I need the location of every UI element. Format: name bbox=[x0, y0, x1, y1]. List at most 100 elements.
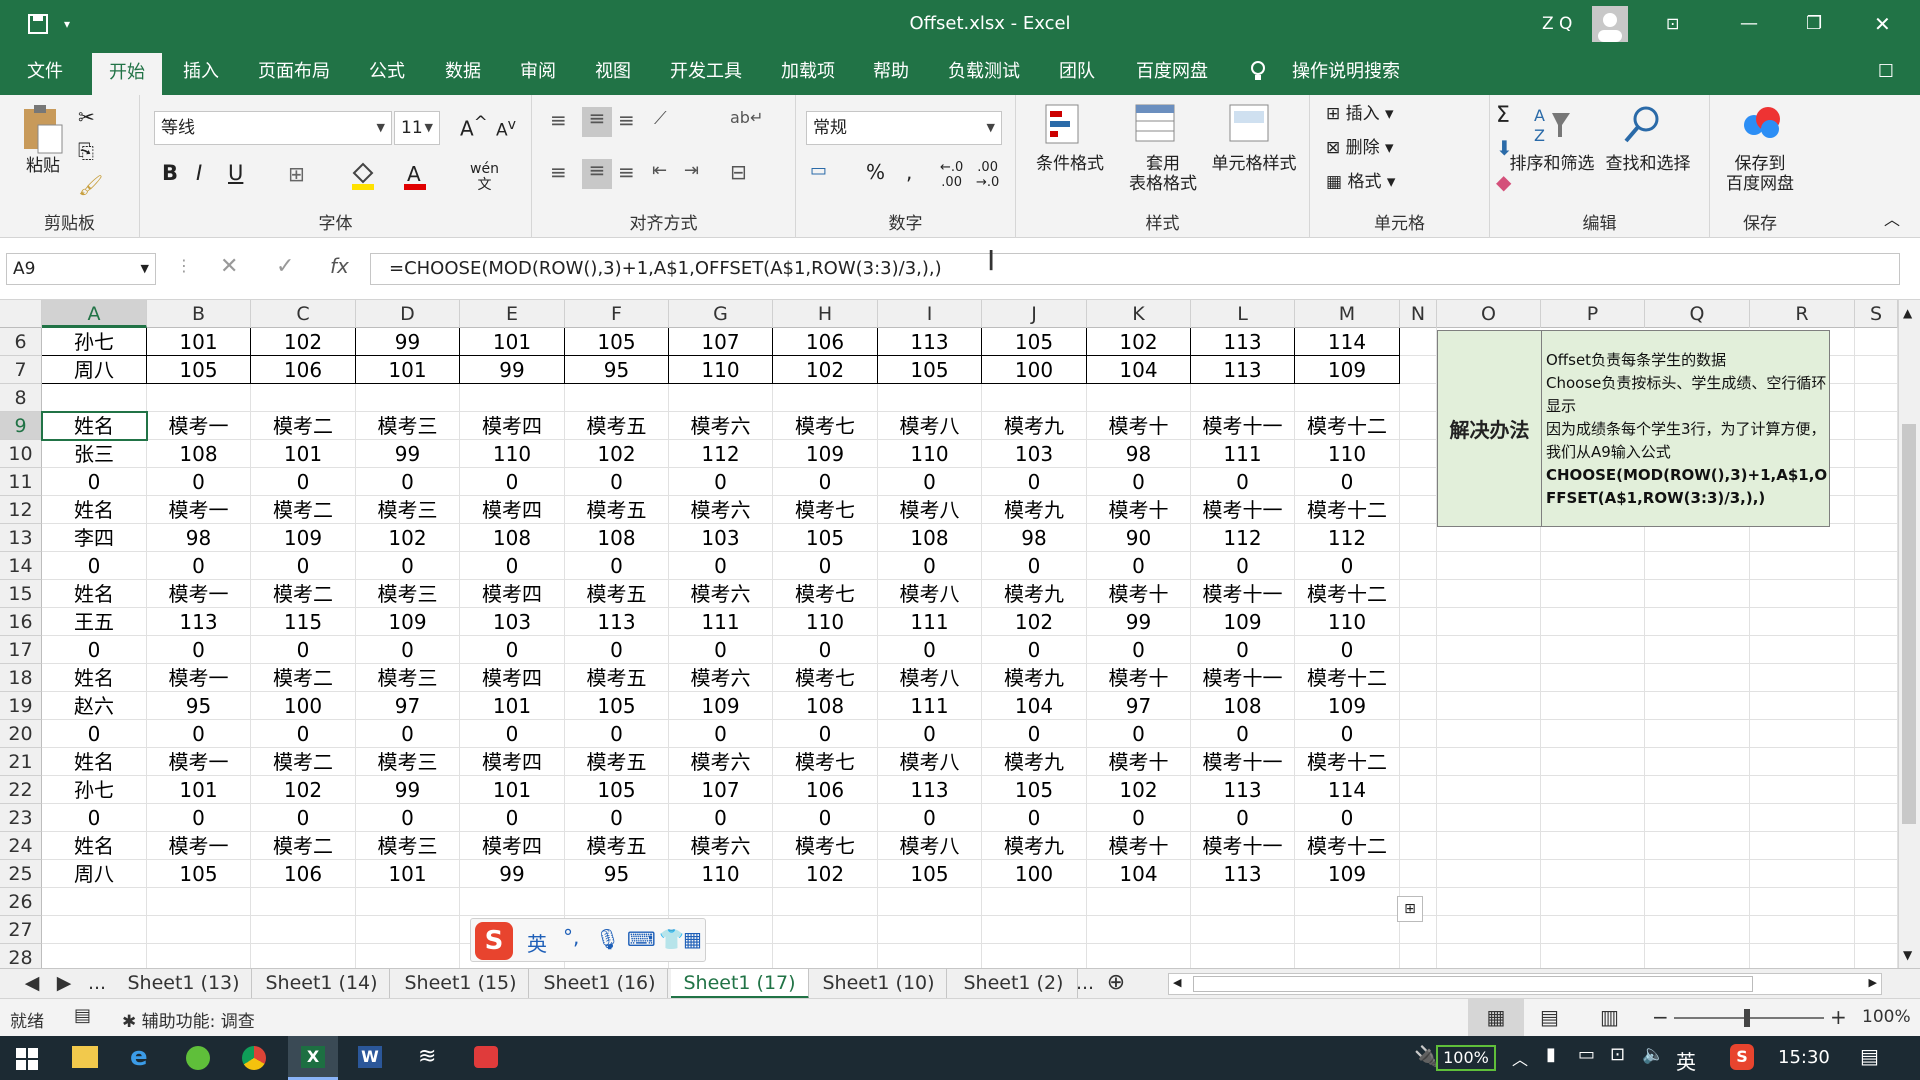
cell-a6[interactable]: 孙七 bbox=[42, 328, 147, 356]
cell-f26[interactable] bbox=[565, 888, 669, 916]
cell-g9[interactable]: 模考六 bbox=[669, 412, 773, 440]
cell-g18[interactable]: 模考六 bbox=[669, 664, 773, 692]
align-middle-icon[interactable]: ≡ bbox=[582, 107, 612, 137]
cell-n12[interactable] bbox=[1400, 496, 1437, 524]
cell-l21[interactable]: 模考十一 bbox=[1191, 748, 1295, 776]
cell-r15[interactable] bbox=[1750, 580, 1855, 608]
cell-k6[interactable]: 102 bbox=[1087, 328, 1191, 356]
cell-a24[interactable]: 姓名 bbox=[42, 832, 147, 860]
cell-j27[interactable] bbox=[982, 916, 1087, 944]
tab-view[interactable]: 视图 bbox=[580, 48, 646, 95]
tab-home[interactable]: 开始 bbox=[92, 53, 162, 95]
cell-m7[interactable]: 109 bbox=[1295, 356, 1400, 384]
cell-r21[interactable] bbox=[1750, 748, 1855, 776]
cell-m18[interactable]: 模考十二 bbox=[1295, 664, 1400, 692]
cancel-entry-icon[interactable]: ✕ bbox=[220, 254, 238, 279]
cell-s9[interactable] bbox=[1855, 412, 1898, 440]
cell-p20[interactable] bbox=[1541, 720, 1645, 748]
cell-c12[interactable]: 模考二 bbox=[251, 496, 356, 524]
cell-c21[interactable]: 模考二 bbox=[251, 748, 356, 776]
select-all-corner[interactable] bbox=[0, 300, 42, 328]
cell-e7[interactable]: 99 bbox=[460, 356, 565, 384]
word-icon[interactable]: W bbox=[358, 1046, 382, 1068]
format-cells-button[interactable]: ▦ 格式 ▾ bbox=[1326, 172, 1395, 193]
cell-f11[interactable]: 0 bbox=[565, 468, 669, 496]
cell-d21[interactable]: 模考三 bbox=[356, 748, 460, 776]
cell-j16[interactable]: 102 bbox=[982, 608, 1087, 636]
cell-p13[interactable] bbox=[1541, 524, 1645, 552]
cell-k26[interactable] bbox=[1087, 888, 1191, 916]
cell-d8[interactable] bbox=[356, 384, 460, 412]
zoom-in-icon[interactable]: + bbox=[1830, 1005, 1847, 1029]
cell-m15[interactable]: 模考十二 bbox=[1295, 580, 1400, 608]
cell-b9[interactable]: 模考一 bbox=[147, 412, 251, 440]
cell-i7[interactable]: 105 bbox=[878, 356, 982, 384]
page-layout-view-icon[interactable]: ▤ bbox=[1540, 1005, 1559, 1029]
cell-h17[interactable]: 0 bbox=[773, 636, 878, 664]
cell-f8[interactable] bbox=[565, 384, 669, 412]
cell-e10[interactable]: 110 bbox=[460, 440, 565, 468]
scroll-right-icon[interactable]: ▶ bbox=[1869, 976, 1877, 989]
formula-input[interactable]: =CHOOSE(MOD(ROW(),3)+1,A$1,OFFSET(A$1,RO… bbox=[370, 253, 1900, 285]
cell-d27[interactable] bbox=[356, 916, 460, 944]
cell-o14[interactable] bbox=[1437, 552, 1541, 580]
punctuation-icon[interactable]: °, bbox=[563, 925, 579, 949]
cell-b24[interactable]: 模考一 bbox=[147, 832, 251, 860]
align-center-icon[interactable]: ≡ bbox=[582, 159, 612, 189]
cell-f22[interactable]: 105 bbox=[565, 776, 669, 804]
cell-m12[interactable]: 模考十二 bbox=[1295, 496, 1400, 524]
cell-o24[interactable] bbox=[1437, 832, 1541, 860]
cell-n17[interactable] bbox=[1400, 636, 1437, 664]
cell-r18[interactable] bbox=[1750, 664, 1855, 692]
cell-k21[interactable]: 模考十 bbox=[1087, 748, 1191, 776]
cell-n24[interactable] bbox=[1400, 832, 1437, 860]
cell-a9[interactable]: 姓名 bbox=[42, 412, 147, 440]
cell-d16[interactable]: 109 bbox=[356, 608, 460, 636]
keyboard-icon[interactable]: ⌨ bbox=[627, 927, 656, 951]
column-header-e[interactable]: E bbox=[460, 300, 565, 328]
column-header-o[interactable]: O bbox=[1437, 300, 1541, 328]
align-bottom-icon[interactable]: ≡ bbox=[618, 109, 635, 132]
browser-360-icon[interactable] bbox=[186, 1046, 210, 1070]
cell-h25[interactable]: 102 bbox=[773, 860, 878, 888]
align-left-icon[interactable]: ≡ bbox=[550, 161, 567, 184]
cell-d9[interactable]: 模考三 bbox=[356, 412, 460, 440]
conditional-format-button[interactable]: 条件格式 bbox=[1028, 154, 1112, 175]
cell-o21[interactable] bbox=[1437, 748, 1541, 776]
cell-n15[interactable] bbox=[1400, 580, 1437, 608]
row-header[interactable]: 9 bbox=[0, 412, 42, 440]
cell-b23[interactable]: 0 bbox=[147, 804, 251, 832]
grow-font-icon[interactable]: A^ bbox=[460, 113, 488, 141]
cell-c23[interactable]: 0 bbox=[251, 804, 356, 832]
column-header-a[interactable]: A bbox=[42, 300, 147, 328]
cell-c25[interactable]: 106 bbox=[251, 860, 356, 888]
cell-m28[interactable] bbox=[1295, 944, 1400, 968]
cell-l17[interactable]: 0 bbox=[1191, 636, 1295, 664]
tray-chevron-icon[interactable]: ︿ bbox=[1512, 1046, 1528, 1070]
cell-h15[interactable]: 模考七 bbox=[773, 580, 878, 608]
cell-r25[interactable] bbox=[1750, 860, 1855, 888]
find-select-button[interactable]: 查找和选择 bbox=[1600, 154, 1696, 175]
row-header[interactable]: 6 bbox=[0, 328, 42, 356]
cell-i10[interactable]: 110 bbox=[878, 440, 982, 468]
cell-p25[interactable] bbox=[1541, 860, 1645, 888]
cell-e16[interactable]: 103 bbox=[460, 608, 565, 636]
cell-r13[interactable] bbox=[1750, 524, 1855, 552]
cell-a11[interactable]: 0 bbox=[42, 468, 147, 496]
cell-h18[interactable]: 模考七 bbox=[773, 664, 878, 692]
cell-i16[interactable]: 111 bbox=[878, 608, 982, 636]
cell-styles-button[interactable]: 单元格样式 bbox=[1206, 154, 1302, 175]
font-color-icon[interactable]: A bbox=[402, 161, 428, 195]
ribbon-display-icon[interactable]: ⊡ bbox=[1666, 0, 1679, 48]
row-header[interactable]: 7 bbox=[0, 356, 42, 384]
cell-b15[interactable]: 模考一 bbox=[147, 580, 251, 608]
cell-k24[interactable]: 模考十 bbox=[1087, 832, 1191, 860]
cell-d7[interactable]: 101 bbox=[356, 356, 460, 384]
cell-d18[interactable]: 模考三 bbox=[356, 664, 460, 692]
row-header[interactable]: 24 bbox=[0, 832, 42, 860]
cell-i9[interactable]: 模考八 bbox=[878, 412, 982, 440]
cell-a21[interactable]: 姓名 bbox=[42, 748, 147, 776]
cell-k25[interactable]: 104 bbox=[1087, 860, 1191, 888]
cell-e15[interactable]: 模考四 bbox=[460, 580, 565, 608]
cell-e6[interactable]: 101 bbox=[460, 328, 565, 356]
